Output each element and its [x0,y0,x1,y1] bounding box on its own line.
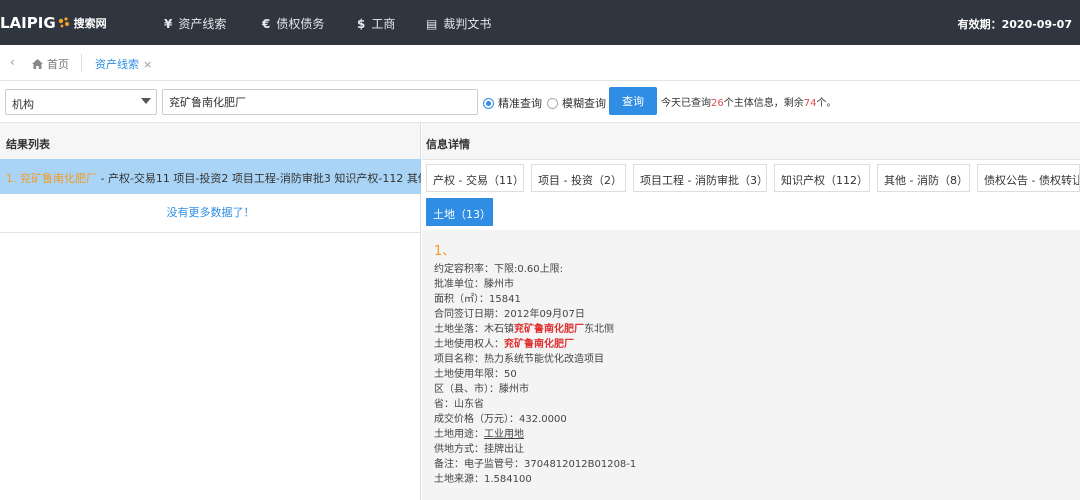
field-supply-method: 供地方式：挂牌出让 [434,444,524,455]
quota-used: 26 [711,98,724,109]
record-index: 1、 [434,244,456,259]
logo-sub: 搜索网 [73,17,107,30]
logo-dots-icon [57,16,71,30]
nav-item-judgments[interactable]: ▤ 裁判文书 [426,15,491,32]
breadcrumb-home-label: 首页 [47,58,69,71]
expire-date: 有效期：2020-09-07 [957,18,1072,31]
quota-mid: 个主体信息，剩余 [723,98,804,109]
result-item[interactable]: 1. 兖矿鲁南化肥厂 - 产权-交易11 项目-投资2 项目工程-消防审批3 知… [0,159,421,194]
location-name: 兖矿鲁南化肥厂 [514,324,584,335]
close-icon[interactable]: × [143,58,152,71]
field-land-user: 土地使用权人：兖矿鲁南化肥厂 [434,337,1080,352]
nav-item-business[interactable]: $ 工商 [357,15,395,32]
tab-asset-clues[interactable]: 资产线索 × [95,56,152,72]
field-use-years: 土地使用年限：50 [434,369,517,380]
land-use-value: 工业用地 [484,429,524,440]
back-chevron-icon[interactable]: ‹ [10,55,15,69]
detail-panel: 信息详情 产权 - 交易（11） 项目 - 投资（2） 项目工程 - 消防审批（… [422,122,1080,500]
logo-text: LAIPIG [0,14,56,32]
location-prefix: 土地坐落：木石镇 [434,324,514,335]
entity-type-select[interactable]: 机构 [5,89,157,115]
field-project-name: 项目名称：热力系统节能优化改造项目 [434,354,604,365]
results-header: 结果列表 [0,122,420,160]
result-name: 1. 兖矿鲁南化肥厂 [6,172,97,185]
quota-suffix: 个。 [816,98,837,109]
nav-item-label: 裁判文书 [443,17,492,31]
breadcrumb-divider [81,54,82,72]
field-district: 区（县、市）：滕州市 [434,384,529,395]
detail-content: 1、 约定容积率：下限:0.60上限: 批准单位：滕州市 面积（㎡）：15841… [422,230,1080,500]
tab-label: 资产线索 [95,58,139,71]
field-contract-date: 合同签订日期：2012年09月07日 [434,309,585,320]
field-land-use: 土地用途：工业用地 [434,427,1080,442]
tab-ip[interactable]: 知识产权（112） [774,164,870,192]
field-location: 土地坐落：木石镇兖矿鲁南化肥厂东北侧 [434,322,1080,337]
yen-icon: ¥ [164,16,173,31]
top-nav: LAIPIG 搜索网 ¥ 资产线索 € 债权债务 $ 工商 ▤ 裁判文书 有效期… [0,0,1080,45]
user-prefix: 土地使用权人： [434,339,504,350]
nav-item-debts[interactable]: € 债权债务 [262,15,324,32]
nav-item-asset-clues[interactable]: ¥ 资产线索 [164,15,226,32]
radio-label: 模糊查询 [562,97,606,110]
radio-checked-icon [483,97,494,109]
chevron-down-icon [141,98,151,104]
field-note: 备注：电子监管号：3704812012B01208-1 [434,459,637,470]
breadcrumb: ‹ 首页 资产线索 × [0,45,1080,81]
field-land-source: 土地来源：1.584100 [434,474,532,485]
field-province: 省：山东省 [434,399,484,410]
quota-remaining: 74 [803,98,817,109]
home-icon [32,59,43,69]
nav-item-label: 债权债务 [276,17,325,31]
radio-exact-search[interactable]: 精准查询 [483,95,542,111]
result-summary: - 产权-交易11 项目-投资2 项目工程-消防审批3 知识产权-112 其他.… [97,172,421,185]
tab-land[interactable]: 土地（13） [426,198,493,226]
no-more-data: 没有更多数据了！ [166,206,255,219]
tab-fire-approval[interactable]: 项目工程 - 消防审批（3） [633,164,768,192]
tab-other-fire[interactable]: 其他 - 消防（8） [877,164,970,192]
field-approve-unit: 批准单位：滕州市 [434,279,514,290]
quota-prefix: 今天已查询 [661,98,711,109]
detail-header: 信息详情 [422,122,1080,160]
search-input[interactable] [162,89,478,115]
nav-item-label: 工商 [371,17,396,31]
radio-label: 精准查询 [498,97,542,110]
tab-debt-notice[interactable]: 债权公告 - 债权转让 [977,164,1080,192]
land-use-prefix: 土地用途： [434,429,484,440]
field-far: 约定容积率：下限:0.60上限: [434,264,564,275]
location-suffix: 东北侧 [584,324,614,335]
user-name: 兖矿鲁南化肥厂 [504,339,574,350]
category-tabs: 产权 - 交易（11） 项目 - 投资（2） 项目工程 - 消防审批（3） 知识… [422,160,1080,230]
logo[interactable]: LAIPIG 搜索网 [0,12,107,34]
query-quota-info: 今天已查询26个主体信息，剩余74个。 [661,94,836,109]
search-bar: 机构 精准查询 模糊查询 查询 今天已查询26个主体信息，剩余74个。 [0,82,1080,122]
divider [0,232,421,233]
radio-fuzzy-search[interactable]: 模糊查询 [547,95,606,111]
nav-item-label: 资产线索 [178,17,227,31]
dollar-icon: $ [357,16,366,31]
field-area: 面积（㎡）：15841 [434,294,521,305]
breadcrumb-home[interactable]: 首页 [32,56,69,72]
tab-property-trade[interactable]: 产权 - 交易（11） [426,164,524,192]
radio-unchecked-icon [547,97,558,109]
document-icon: ▤ [426,16,438,31]
euro-icon: € [262,16,271,31]
results-panel: 结果列表 1. 兖矿鲁南化肥厂 - 产权-交易11 项目-投资2 项目工程-消防… [0,122,421,500]
tab-project-invest[interactable]: 项目 - 投资（2） [531,164,626,192]
field-price: 成交价格（万元）：432.0000 [434,414,567,425]
entity-type-value: 机构 [12,98,34,111]
search-button[interactable]: 查询 [609,87,657,115]
